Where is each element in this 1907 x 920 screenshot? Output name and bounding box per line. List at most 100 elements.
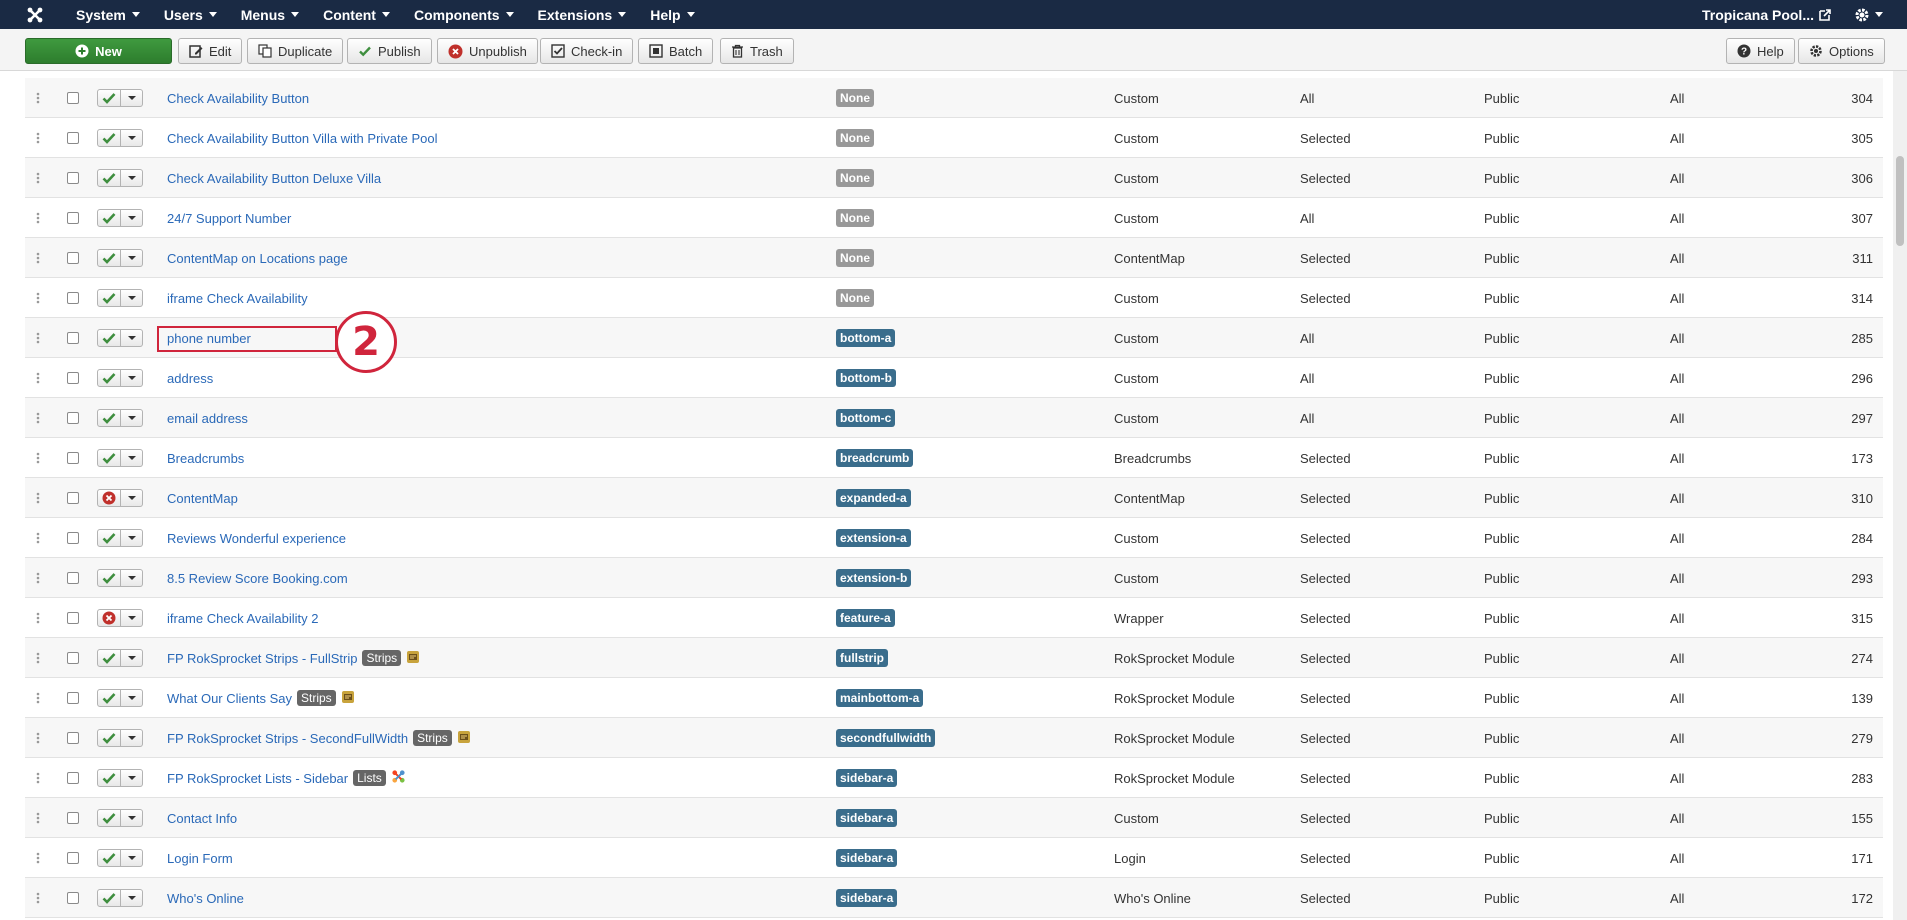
checkin-button[interactable]: Check-in (540, 38, 634, 64)
module-title-link[interactable]: Contact Info (167, 798, 237, 838)
row-checkbox[interactable] (67, 518, 79, 558)
drag-handle-icon[interactable] (34, 438, 42, 478)
module-title-link[interactable]: ContentMap (167, 478, 238, 518)
published-check-icon[interactable] (97, 689, 121, 707)
joomla-logo-icon[interactable] (18, 0, 52, 29)
actions-dropdown-toggle[interactable] (121, 569, 143, 587)
menu-menus[interactable]: Menus (229, 0, 311, 29)
published-check-icon[interactable] (97, 129, 121, 147)
drag-handle-icon[interactable] (34, 558, 42, 598)
drag-handle-icon[interactable] (34, 598, 42, 638)
row-checkbox[interactable] (67, 78, 79, 118)
actions-dropdown-toggle[interactable] (121, 689, 143, 707)
module-title-link[interactable]: Login Form (167, 838, 233, 878)
row-checkbox[interactable] (67, 158, 79, 198)
published-check-icon[interactable] (97, 329, 121, 347)
menu-help[interactable]: Help (638, 0, 706, 29)
actions-dropdown-toggle[interactable] (121, 649, 143, 667)
drag-handle-icon[interactable] (34, 318, 42, 358)
actions-dropdown-toggle[interactable] (121, 329, 143, 347)
actions-dropdown-toggle[interactable] (121, 769, 143, 787)
drag-handle-icon[interactable] (34, 838, 42, 878)
published-check-icon[interactable] (97, 809, 121, 827)
actions-dropdown-toggle[interactable] (121, 169, 143, 187)
drag-handle-icon[interactable] (34, 158, 42, 198)
module-title-link[interactable]: 24/7 Support Number (167, 198, 291, 238)
menu-components[interactable]: Components (402, 0, 526, 29)
drag-handle-icon[interactable] (34, 78, 42, 118)
drag-handle-icon[interactable] (34, 678, 42, 718)
drag-handle-icon[interactable] (34, 238, 42, 278)
actions-dropdown-toggle[interactable] (121, 129, 143, 147)
module-title-link[interactable]: ContentMap on Locations page (167, 238, 348, 278)
actions-dropdown-toggle[interactable] (121, 449, 143, 467)
row-checkbox[interactable] (67, 438, 79, 478)
user-menu[interactable] (1854, 7, 1907, 23)
published-check-icon[interactable] (97, 169, 121, 187)
actions-dropdown-toggle[interactable] (121, 369, 143, 387)
module-title-link[interactable]: iframe Check Availability (167, 278, 308, 318)
module-title-link[interactable]: Check Availability Button (167, 78, 309, 118)
module-title-link[interactable]: Check Availability Button Deluxe Villa (167, 158, 381, 198)
module-title-link[interactable]: iframe Check Availability 2 (167, 598, 319, 638)
published-check-icon[interactable] (97, 369, 121, 387)
published-check-icon[interactable] (97, 569, 121, 587)
drag-handle-icon[interactable] (34, 278, 42, 318)
drag-handle-icon[interactable] (34, 198, 42, 238)
module-title-link[interactable]: FP RokSprocket Strips - FullStrip Strips (167, 638, 420, 678)
drag-handle-icon[interactable] (34, 398, 42, 438)
row-checkbox[interactable] (67, 478, 79, 518)
scrollbar-thumb[interactable] (1896, 156, 1904, 246)
publish-button[interactable]: Publish (347, 38, 432, 64)
row-checkbox[interactable] (67, 718, 79, 758)
row-checkbox[interactable] (67, 838, 79, 878)
batch-button[interactable]: Batch (638, 38, 714, 64)
row-checkbox[interactable] (67, 798, 79, 838)
row-checkbox[interactable] (67, 758, 79, 798)
module-title-link[interactable]: Reviews Wonderful experience (167, 518, 346, 558)
row-checkbox[interactable] (67, 558, 79, 598)
actions-dropdown-toggle[interactable] (121, 409, 143, 427)
drag-handle-icon[interactable] (34, 358, 42, 398)
actions-dropdown-toggle[interactable] (121, 489, 143, 507)
module-title-link[interactable]: Who's Online (167, 878, 244, 918)
row-checkbox[interactable] (67, 678, 79, 718)
unpublished-x-icon[interactable] (97, 489, 121, 507)
actions-dropdown-toggle[interactable] (121, 209, 143, 227)
row-checkbox[interactable] (67, 878, 79, 918)
module-title-link[interactable]: FP RokSprocket Strips - SecondFullWidth S… (167, 718, 471, 758)
published-check-icon[interactable] (97, 89, 121, 107)
actions-dropdown-toggle[interactable] (121, 89, 143, 107)
site-link[interactable]: Tropicana Pool... (1702, 7, 1854, 23)
module-title-link[interactable]: Check Availability Button Villa with Pri… (167, 118, 438, 158)
drag-handle-icon[interactable] (34, 518, 42, 558)
drag-handle-icon[interactable] (34, 878, 42, 918)
published-check-icon[interactable] (97, 729, 121, 747)
published-check-icon[interactable] (97, 409, 121, 427)
row-checkbox[interactable] (67, 358, 79, 398)
row-checkbox[interactable] (67, 398, 79, 438)
row-checkbox[interactable] (67, 238, 79, 278)
actions-dropdown-toggle[interactable] (121, 249, 143, 267)
edit-button[interactable]: Edit (178, 38, 243, 64)
published-check-icon[interactable] (97, 449, 121, 467)
drag-handle-icon[interactable] (34, 798, 42, 838)
published-check-icon[interactable] (97, 769, 121, 787)
row-checkbox[interactable] (67, 638, 79, 678)
drag-handle-icon[interactable] (34, 638, 42, 678)
new-button[interactable]: New (25, 38, 172, 64)
module-title-link[interactable]: email address (167, 398, 248, 438)
scrollbar[interactable] (1893, 71, 1907, 920)
published-check-icon[interactable] (97, 889, 121, 907)
published-check-icon[interactable] (97, 849, 121, 867)
module-title-link[interactable]: FP RokSprocket Lists - Sidebar Lists (167, 758, 406, 798)
help-button[interactable]: ? Help (1726, 38, 1795, 64)
duplicate-button[interactable]: Duplicate (247, 38, 344, 64)
row-checkbox[interactable] (67, 318, 79, 358)
drag-handle-icon[interactable] (34, 118, 42, 158)
menu-users[interactable]: Users (152, 0, 229, 29)
trash-button[interactable]: Trash (720, 38, 794, 64)
published-check-icon[interactable] (97, 249, 121, 267)
menu-system[interactable]: System (64, 0, 152, 29)
row-checkbox[interactable] (67, 198, 79, 238)
